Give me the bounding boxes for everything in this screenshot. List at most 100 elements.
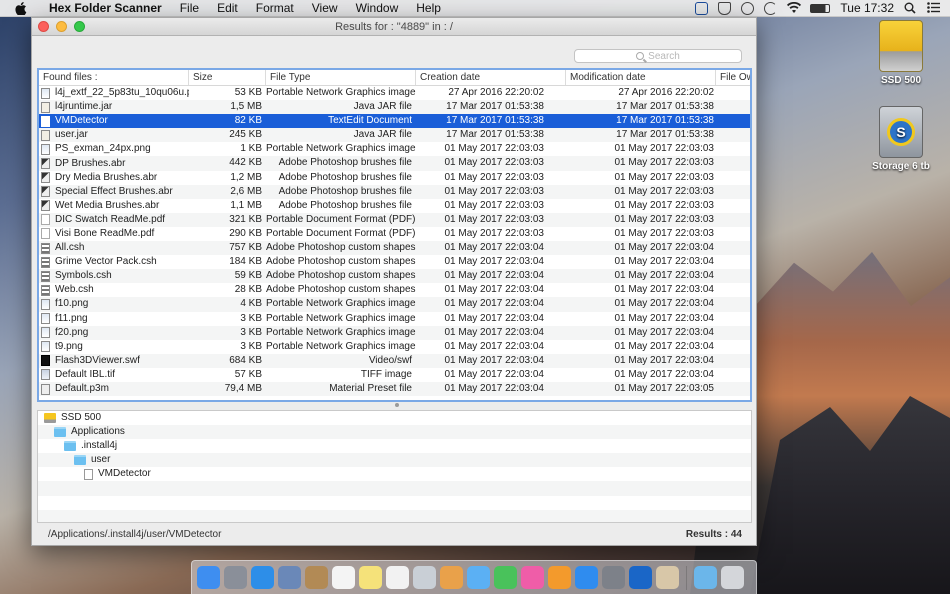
table-row[interactable]: Web.csh 28 KB Adobe Photoshop custom shape… xyxy=(39,283,750,297)
split-view-divider[interactable] xyxy=(394,403,400,408)
tree-item[interactable]: user xyxy=(38,453,751,468)
table-row[interactable]: VMDetector 82 KB TextEdit Document 17 Mar 2… xyxy=(39,114,750,129)
column-header-file-owner[interactable]: File Own xyxy=(716,70,750,85)
file-size-cell: 321 KB xyxy=(229,213,262,225)
tree-item[interactable]: VMDetector xyxy=(38,467,751,481)
path-tree[interactable]: SSD 500 Applications .install4j user VMDetec… xyxy=(37,410,752,523)
photo-booth-icon[interactable] xyxy=(413,566,436,589)
zoom-window-button[interactable] xyxy=(74,21,85,32)
file-name-text: f20.png xyxy=(55,326,89,338)
timer-status-icon[interactable] xyxy=(741,1,755,15)
teamviewer-icon[interactable] xyxy=(629,566,652,589)
table-row[interactable]: Default IBL.tif 57 KB TIFF image 01 May 201… xyxy=(39,368,750,382)
modification-date-cell: 01 May 2017 22:03:04 xyxy=(614,298,714,310)
tree-item[interactable]: Applications xyxy=(38,425,751,440)
apple-menu-icon[interactable] xyxy=(14,1,28,15)
table-row[interactable]: DP Brushes.abr 442 KB Adobe Photoshop brus… xyxy=(39,156,750,171)
safari-icon[interactable] xyxy=(251,566,274,589)
launchpad-icon[interactable] xyxy=(224,566,247,589)
file-owner-cell xyxy=(716,312,750,326)
downloads-folder-icon[interactable] xyxy=(694,566,717,589)
file-owner-cell xyxy=(716,227,750,241)
table-row[interactable]: t9.png 3 KB Portable Network Graphics imag… xyxy=(39,340,750,354)
reminders-icon[interactable] xyxy=(386,566,409,589)
menu-help[interactable]: Help xyxy=(407,1,450,15)
file-name-cell: Wet Media Brushes.abr xyxy=(39,199,189,213)
menu-format[interactable]: Format xyxy=(247,1,303,15)
system-preferences-icon[interactable] xyxy=(602,566,625,589)
desktop-drive-storage-6tb[interactable]: S Storage 6 tb xyxy=(866,106,936,172)
file-name-text: VMDetector xyxy=(55,115,108,127)
column-header-file-type[interactable]: File Type xyxy=(266,70,416,85)
table-row[interactable]: PS_exman_24px.png 1 KB Portable Network Gr… xyxy=(39,142,750,156)
facetime-icon[interactable] xyxy=(494,566,517,589)
table-row[interactable]: Dry Media Brushes.abr 1,2 MB Adobe Photosh… xyxy=(39,171,750,185)
notification-center-icon[interactable] xyxy=(927,1,940,15)
wifi-icon[interactable] xyxy=(787,1,802,15)
menu-view[interactable]: View xyxy=(303,1,347,15)
results-table[interactable]: Found files : Size File Type Creation da… xyxy=(37,68,752,402)
finder-icon[interactable] xyxy=(197,566,220,589)
table-row[interactable]: user.jar 245 KB Java JAR file 17 Mar 2017 0… xyxy=(39,128,750,143)
table-row[interactable]: Visi Bone ReadMe.pdf 290 KB Portable Docum… xyxy=(39,227,750,241)
messages-icon[interactable] xyxy=(467,566,490,589)
column-header-creation-date[interactable]: Creation date xyxy=(416,70,566,85)
app-store-icon[interactable] xyxy=(575,566,598,589)
table-row[interactable]: Default.p3m 79,4 MB Material Preset file 01… xyxy=(39,381,750,397)
close-window-button[interactable] xyxy=(38,21,49,32)
table-row[interactable]: Flash3DViewer.swf 684 KB Video/swf 01 May 2… xyxy=(39,353,750,368)
trash-icon[interactable] xyxy=(721,566,744,589)
search-input[interactable]: Search xyxy=(574,49,742,63)
table-row[interactable]: Symbols.csh 59 KB Adobe Photoshop custom s… xyxy=(39,269,750,284)
file-name-cell: Web.csh xyxy=(39,283,189,297)
column-header-size[interactable]: Size xyxy=(189,70,266,85)
table-row[interactable]: All.csh 757 KB Adobe Photoshop custom shap… xyxy=(39,241,750,256)
spotlight-search-icon[interactable] xyxy=(904,2,917,15)
file-size-cell: 1,1 MB xyxy=(230,199,262,211)
modification-date-cell: 17 Mar 2017 01:53:38 xyxy=(616,101,714,113)
tree-item[interactable]: SSD 500 xyxy=(38,411,751,425)
notes-icon[interactable] xyxy=(359,566,382,589)
file-owner-cell xyxy=(716,326,750,340)
column-header-found-files[interactable]: Found files : xyxy=(39,70,189,85)
table-row[interactable]: l4jruntime.jar 1,5 MB Java JAR file 17 Mar … xyxy=(39,100,750,115)
column-header-modification-date[interactable]: Modification date xyxy=(566,70,716,85)
contacts-icon[interactable] xyxy=(305,566,328,589)
menu-edit[interactable]: Edit xyxy=(208,1,247,15)
file-type-cell: Adobe Photoshop brushes file xyxy=(278,171,412,183)
sync-status-icon[interactable] xyxy=(764,1,778,15)
itunes-icon[interactable] xyxy=(521,566,544,589)
time-machine-drive-icon: S xyxy=(879,106,923,158)
file-name-cell: Default IBL.tif xyxy=(39,368,189,382)
table-row[interactable]: f20.png 3 KB Portable Network Graphics ima… xyxy=(39,325,750,340)
table-row[interactable]: l4j_extf_22_5p83tu_10qu06u.png 53 KB Porta… xyxy=(39,86,750,100)
minimize-window-button[interactable] xyxy=(56,21,67,32)
desktop-drive-ssd-500[interactable]: SSD 500 xyxy=(866,20,936,86)
hex-folder-scanner-icon[interactable] xyxy=(656,566,679,589)
ibooks-icon[interactable] xyxy=(548,566,571,589)
calendar-icon[interactable] xyxy=(332,566,355,589)
teamviewer-status-icon[interactable] xyxy=(695,1,709,15)
menu-clock[interactable]: Tue 17:32 xyxy=(840,1,894,15)
brush-file-icon xyxy=(41,158,50,170)
shield-status-icon[interactable] xyxy=(718,1,732,15)
table-row[interactable]: DIC Swatch ReadMe.pdf 321 KB Portable Docu… xyxy=(39,212,750,227)
table-row[interactable]: Wet Media Brushes.abr 1,1 MB Adobe Photosh… xyxy=(39,199,750,213)
file-type-cell: Adobe Photoshop custom shapes file xyxy=(266,242,416,254)
photos-icon[interactable] xyxy=(440,566,463,589)
table-row[interactable]: Special Effect Brushes.abr 2,6 MB Adobe Ph… xyxy=(39,184,750,199)
tree-body: SSD 500 Applications .install4j user VMDetec… xyxy=(38,411,751,522)
tree-item[interactable]: .install4j xyxy=(38,439,751,453)
menu-app-name[interactable]: Hex Folder Scanner xyxy=(40,1,171,15)
battery-icon[interactable] xyxy=(810,3,831,13)
file-name-text: Grime Vector Pack.csh xyxy=(55,256,157,268)
creation-date-cell: 01 May 2017 22:03:03 xyxy=(444,171,544,183)
file-name-text: user.jar xyxy=(55,129,88,141)
menu-window[interactable]: Window xyxy=(347,1,408,15)
window-titlebar[interactable]: Results for : "4889" in : / xyxy=(32,18,756,36)
table-row[interactable]: Grime Vector Pack.csh 184 KB Adobe Photosh… xyxy=(39,255,750,269)
table-row[interactable]: f11.png 3 KB Portable Network Graphics ima… xyxy=(39,312,750,326)
table-row[interactable]: f10.png 4 KB Portable Network Graphics ima… xyxy=(39,297,750,312)
preview-icon[interactable] xyxy=(278,566,301,589)
menu-file[interactable]: File xyxy=(171,1,208,15)
